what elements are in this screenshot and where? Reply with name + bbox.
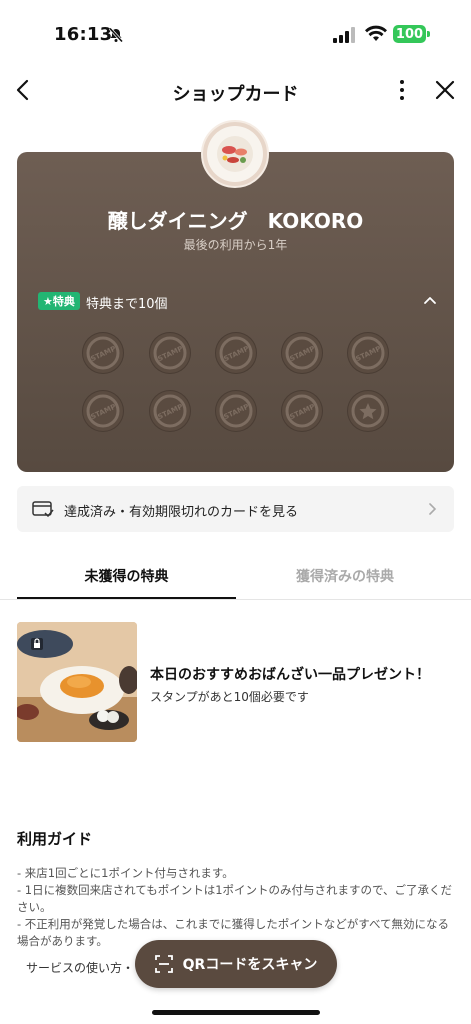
home-indicator (152, 1010, 320, 1015)
guide-line: - 1日に複数回来店されてもポイントは1ポイントのみ付与されますので、ご了承くだ… (17, 883, 453, 914)
reward-badge: ★特典 (38, 292, 80, 310)
battery-nub (427, 31, 430, 37)
qr-scan-button[interactable]: QRコードをスキャン (135, 940, 337, 988)
reward-requirement: スタンプがあと10個必要です (150, 690, 309, 704)
stamp-slot: STAMP (281, 332, 323, 374)
signal-icon (333, 27, 355, 43)
status-time: 16:13 (54, 24, 113, 45)
reward-title: 本日のおすすめおばんざい一品プレゼント！ (150, 667, 430, 683)
battery-indicator: 100 (393, 25, 426, 43)
stamp-slot: STAMP (149, 332, 191, 374)
svg-text:STAMP: STAMP (157, 345, 185, 364)
stamp-slot: STAMP (215, 332, 257, 374)
tab-unclaimed-rewards[interactable]: 未獲得の特典 (17, 566, 236, 586)
bell-slash-icon (108, 27, 124, 43)
more-vertical-icon[interactable] (395, 78, 409, 102)
chevron-up-icon[interactable] (423, 295, 437, 305)
tab-claimed-rewards[interactable]: 獲得済みの特典 (236, 566, 454, 586)
qr-scan-label: QRコードをスキャン (182, 957, 318, 973)
tab-divider (0, 599, 471, 600)
shop-name: 醸しダイニング KOKORO (107, 209, 364, 233)
reward-image[interactable] (17, 622, 137, 742)
stamp-slot: STAMP (82, 390, 124, 432)
stamp-slot: STAMP (82, 332, 124, 374)
card-check-icon (32, 501, 54, 518)
svg-text:STAMP: STAMP (90, 345, 118, 364)
how-to-use-link[interactable]: サービスの使い方・ (26, 959, 134, 976)
close-icon[interactable] (434, 79, 456, 101)
stamp-slot: STAMP (215, 390, 257, 432)
svg-text:STAMP: STAMP (90, 403, 118, 422)
last-use-text: 最後の利用から1年 (183, 238, 288, 252)
svg-text:STAMP: STAMP (223, 345, 251, 364)
svg-text:STAMP: STAMP (223, 403, 251, 422)
svg-text:STAMP: STAMP (289, 403, 317, 422)
expired-cards-link[interactable]: 達成済み・有効期限切れのカードを見る (17, 486, 454, 532)
stamp-slot: STAMP (347, 332, 389, 374)
stamp-slot: STAMP (149, 390, 191, 432)
svg-text:STAMP: STAMP (157, 403, 185, 422)
guide-line: - 来店1回ごとに1ポイント付与されます。 (17, 866, 234, 880)
qr-scan-icon (154, 955, 173, 973)
svg-text:STAMP: STAMP (289, 345, 317, 364)
expired-cards-label: 達成済み・有効期限切れのカードを見る (64, 505, 299, 520)
chevron-right-icon (429, 503, 437, 515)
svg-text:STAMP: STAMP (355, 345, 383, 364)
stamp-slot: STAMP (281, 390, 323, 432)
wifi-icon (365, 25, 387, 41)
guide-title: 利用ガイド (17, 830, 93, 848)
stamps-remaining-text: 特典まで10個 (86, 297, 168, 312)
shop-logo (201, 120, 269, 188)
active-tab-indicator (17, 597, 236, 599)
stamp-slot-reward (347, 390, 389, 432)
